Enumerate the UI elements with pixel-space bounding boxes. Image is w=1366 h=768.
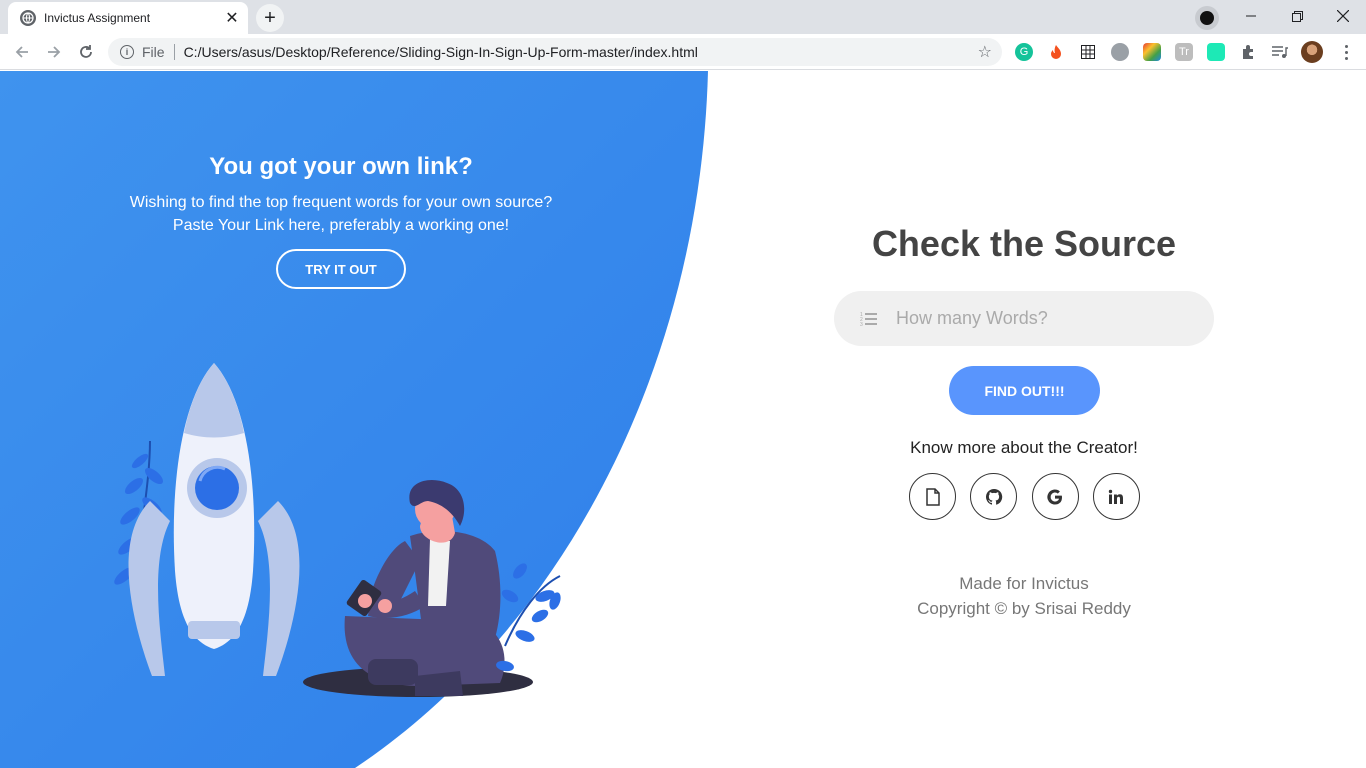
address-bar[interactable]: i File C:/Users/asus/Desktop/Reference/S… (108, 38, 1002, 66)
footer-copyright: Copyright © by Srisai Reddy (917, 599, 1131, 618)
list-ol-icon: 1 2 3 (860, 312, 877, 327)
github-link[interactable] (970, 473, 1018, 520)
profile-avatar[interactable] (1301, 41, 1323, 63)
social-links (909, 473, 1140, 521)
reload-icon[interactable] (72, 38, 100, 66)
forward-icon[interactable] (40, 38, 68, 66)
script-extension-icon[interactable]: Tr (1175, 43, 1193, 61)
grid-extension-icon[interactable] (1079, 43, 1097, 61)
ghost-extension-icon[interactable] (1111, 43, 1129, 61)
new-tab-button[interactable]: + (256, 4, 284, 32)
word-count-input-field[interactable]: 1 2 3 (834, 291, 1214, 346)
svg-text:3: 3 (860, 322, 863, 327)
linkedin-link[interactable] (1092, 473, 1140, 520)
media-queue-icon[interactable] (1271, 43, 1289, 61)
url-scheme-label: File (142, 44, 165, 60)
form-title: Check the Source (871, 223, 1177, 264)
footer: Made for Invictus Copyright © by Srisai … (834, 571, 1214, 621)
footer-made-for: Made for Invictus (959, 574, 1089, 593)
google-link[interactable] (1031, 473, 1079, 520)
close-window-icon[interactable] (1320, 0, 1366, 32)
back-icon[interactable] (8, 38, 36, 66)
know-more-text: Know more about the Creator! (910, 438, 1138, 457)
browser-tab[interactable]: Invictus Assignment ✕ (8, 2, 248, 34)
color-extension-icon[interactable] (1143, 43, 1161, 61)
minimize-icon[interactable] (1228, 0, 1274, 32)
info-icon[interactable]: i (120, 45, 134, 59)
close-tab-icon[interactable]: ✕ (222, 8, 242, 28)
github-icon (985, 488, 1003, 505)
resume-link[interactable] (909, 473, 956, 520)
grammarly-extension-icon[interactable]: G (1015, 43, 1033, 61)
extensions-puzzle-icon[interactable] (1239, 43, 1257, 61)
url-text[interactable]: C:/Users/asus/Desktop/Reference/Sliding-… (184, 44, 978, 60)
page-content: You got your own link? Wishing to find t… (0, 71, 1366, 768)
rocket-illustration (114, 363, 561, 697)
media-extension-icon[interactable] (1207, 43, 1225, 61)
fire-extension-icon[interactable] (1047, 43, 1065, 61)
divider (173, 44, 175, 60)
google-icon (1047, 488, 1063, 504)
browser-toolbar: i File C:/Users/asus/Desktop/Reference/S… (0, 34, 1366, 70)
find-out-button[interactable]: FIND OUT!!! (949, 366, 1100, 415)
restore-icon[interactable] (1274, 0, 1320, 32)
tab-title: Invictus Assignment (44, 11, 151, 25)
leaves-right (496, 563, 561, 672)
person (344, 480, 505, 696)
rocket (128, 363, 300, 676)
globe-icon (20, 10, 36, 26)
linkedin-icon (1109, 489, 1124, 504)
bookmark-star-icon[interactable]: ☆ (978, 42, 992, 62)
browser-tabbar: Invictus Assignment ✕ + (0, 0, 1366, 34)
browser-menu-icon[interactable] (1336, 40, 1356, 64)
word-count-input[interactable] (896, 308, 1186, 329)
document-icon (925, 487, 940, 506)
tab-search-icon[interactable] (1195, 6, 1219, 30)
